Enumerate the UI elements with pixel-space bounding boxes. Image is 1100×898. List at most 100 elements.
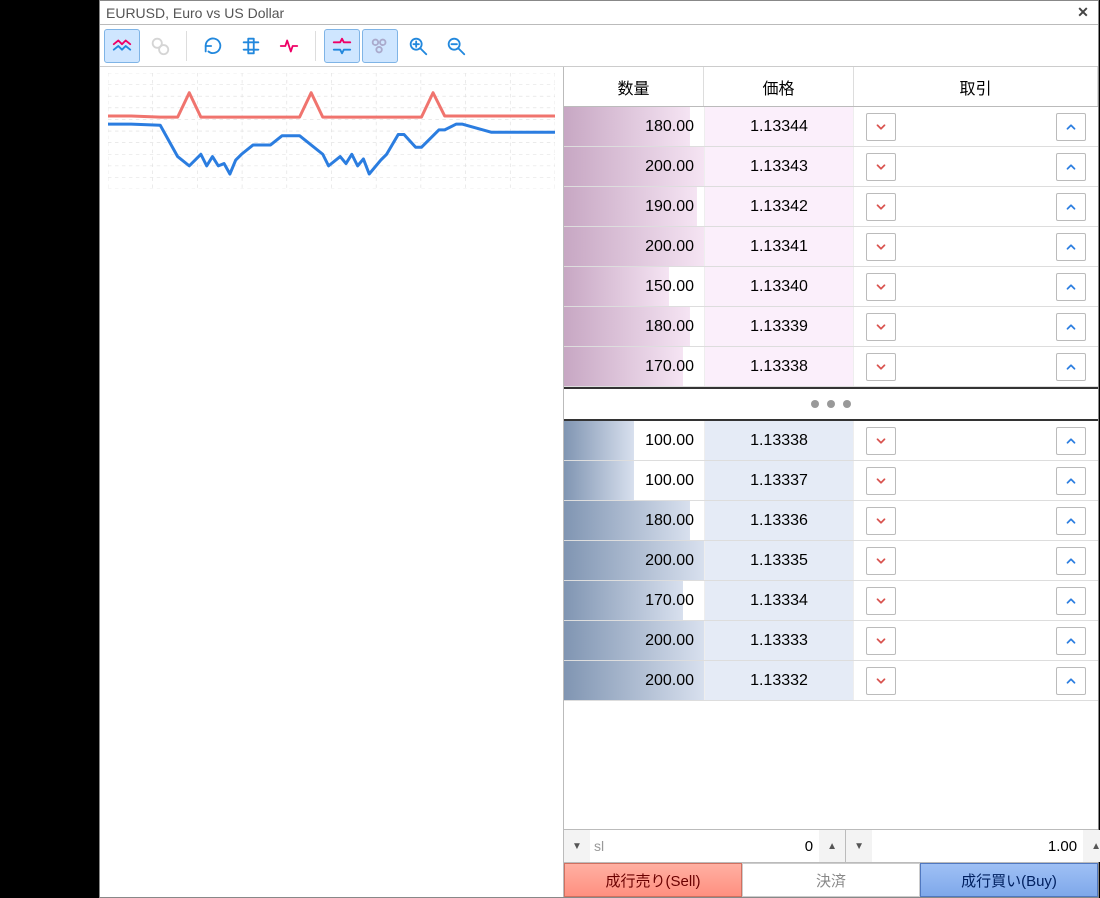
buy-at-price-button[interactable] <box>1056 193 1086 221</box>
trade-cell <box>854 353 1098 381</box>
refresh-icon[interactable] <box>195 29 231 63</box>
qty-value: 150.00 <box>645 278 694 296</box>
sell-button[interactable]: 成行売り(Sell) <box>564 863 742 897</box>
trade-cell <box>854 233 1098 261</box>
sell-at-price-button[interactable] <box>866 627 896 655</box>
trade-cell <box>854 667 1098 695</box>
price-cell: 1.13335 <box>704 541 854 580</box>
qty-cell: 180.00 <box>564 307 704 346</box>
buy-button[interactable]: 成行買い(Buy) <box>920 863 1098 897</box>
toolbar <box>100 25 1098 67</box>
depth-dots-icon[interactable] <box>362 29 398 63</box>
sell-at-price-button[interactable] <box>866 427 896 455</box>
price-cell: 1.13336 <box>704 501 854 540</box>
buy-at-price-button[interactable] <box>1056 507 1086 535</box>
price-cell: 1.13341 <box>704 227 854 266</box>
sell-at-price-button[interactable] <box>866 353 896 381</box>
qty-value: 190.00 <box>645 198 694 216</box>
pulse-icon[interactable] <box>271 29 307 63</box>
sell-at-price-button[interactable] <box>866 547 896 575</box>
price-cell: 1.13343 <box>704 147 854 186</box>
price-cell: 1.13332 <box>704 661 854 700</box>
dom-row-ask: 170.00 1.13338 <box>564 347 1098 387</box>
dom-window: EURUSD, Euro vs US Dollar ✕ 数量 価格 取引 180… <box>99 0 1099 898</box>
sell-at-price-button[interactable] <box>866 193 896 221</box>
spread-icon[interactable] <box>324 29 360 63</box>
dom-row-bid: 100.00 1.13337 <box>564 461 1098 501</box>
price-cell: 1.13334 <box>704 581 854 620</box>
buy-at-price-button[interactable] <box>1056 113 1086 141</box>
qty-cell: 180.00 <box>564 107 704 146</box>
trade-cell <box>854 273 1098 301</box>
trade-cell <box>854 427 1098 455</box>
dom-row-ask: 190.00 1.13342 <box>564 187 1098 227</box>
close-position-button[interactable]: 決済 <box>742 863 920 897</box>
qty-cell: 200.00 <box>564 227 704 266</box>
price-cell: 1.13338 <box>704 347 854 386</box>
trade-cell <box>854 193 1098 221</box>
spinner-row: ▼ sl ▲ ▼ ▲ ▼ tp ▲ <box>564 829 1098 863</box>
dom-row-ask: 200.00 1.13341 <box>564 227 1098 267</box>
dom-row-ask: 150.00 1.13340 <box>564 267 1098 307</box>
dot-icon <box>827 400 835 408</box>
sl-decrease-button[interactable]: ▼ <box>564 830 590 862</box>
dom-row-bid: 200.00 1.13335 <box>564 541 1098 581</box>
sl-input[interactable] <box>608 830 819 862</box>
buy-at-price-button[interactable] <box>1056 427 1086 455</box>
buy-at-price-button[interactable] <box>1056 273 1086 301</box>
spread-separator[interactable] <box>564 387 1098 421</box>
window-title: EURUSD, Euro vs US Dollar <box>106 5 1074 21</box>
sell-at-price-button[interactable] <box>866 113 896 141</box>
dom-row-bid: 180.00 1.13336 <box>564 501 1098 541</box>
sell-at-price-button[interactable] <box>866 313 896 341</box>
sl-label: sl <box>590 830 608 862</box>
zoom-in-icon[interactable] <box>400 29 436 63</box>
toolbar-separator <box>315 31 316 61</box>
buy-at-price-button[interactable] <box>1056 667 1086 695</box>
dom-row-bid: 170.00 1.13334 <box>564 581 1098 621</box>
sell-at-price-button[interactable] <box>866 273 896 301</box>
close-icon[interactable]: ✕ <box>1074 4 1092 22</box>
qty-cell: 150.00 <box>564 267 704 306</box>
buy-at-price-button[interactable] <box>1056 587 1086 615</box>
price-cell: 1.13339 <box>704 307 854 346</box>
grid-icon[interactable] <box>233 29 269 63</box>
qty-value: 200.00 <box>645 158 694 176</box>
price-cell: 1.13340 <box>704 267 854 306</box>
sell-at-price-button[interactable] <box>866 667 896 695</box>
sl-spinner: ▼ sl ▲ <box>564 830 846 862</box>
volume-decrease-button[interactable]: ▼ <box>846 830 872 862</box>
chart-toggle-icon[interactable] <box>104 29 140 63</box>
dot-icon <box>811 400 819 408</box>
buy-at-price-button[interactable] <box>1056 233 1086 261</box>
col-price-header: 価格 <box>704 67 854 106</box>
volume-increase-button[interactable]: ▲ <box>1083 830 1100 862</box>
qty-value: 180.00 <box>645 118 694 136</box>
sl-increase-button[interactable]: ▲ <box>819 830 845 862</box>
trade-cell <box>854 507 1098 535</box>
chart-svg <box>108 73 555 189</box>
trade-cell <box>854 627 1098 655</box>
sell-at-price-button[interactable] <box>866 587 896 615</box>
buy-at-price-button[interactable] <box>1056 627 1086 655</box>
sell-at-price-button[interactable] <box>866 233 896 261</box>
dom-header: 数量 価格 取引 <box>564 67 1098 107</box>
buy-at-price-button[interactable] <box>1056 353 1086 381</box>
depth-of-market: 数量 価格 取引 180.00 1.13344 200.00 1.13343 1… <box>564 67 1098 897</box>
qty-value: 100.00 <box>645 472 694 490</box>
zoom-out-icon[interactable] <box>438 29 474 63</box>
sell-at-price-button[interactable] <box>866 467 896 495</box>
time-icon <box>142 29 178 63</box>
volume-input[interactable] <box>872 830 1083 862</box>
sell-at-price-button[interactable] <box>866 153 896 181</box>
buy-at-price-button[interactable] <box>1056 153 1086 181</box>
sell-at-price-button[interactable] <box>866 507 896 535</box>
buy-at-price-button[interactable] <box>1056 313 1086 341</box>
tick-chart <box>100 67 564 897</box>
col-trade-header: 取引 <box>854 67 1098 106</box>
ask-rows: 180.00 1.13344 200.00 1.13343 190.00 1.1… <box>564 107 1098 387</box>
qty-cell: 100.00 <box>564 461 704 500</box>
buy-at-price-button[interactable] <box>1056 547 1086 575</box>
qty-cell: 100.00 <box>564 421 704 460</box>
buy-at-price-button[interactable] <box>1056 467 1086 495</box>
